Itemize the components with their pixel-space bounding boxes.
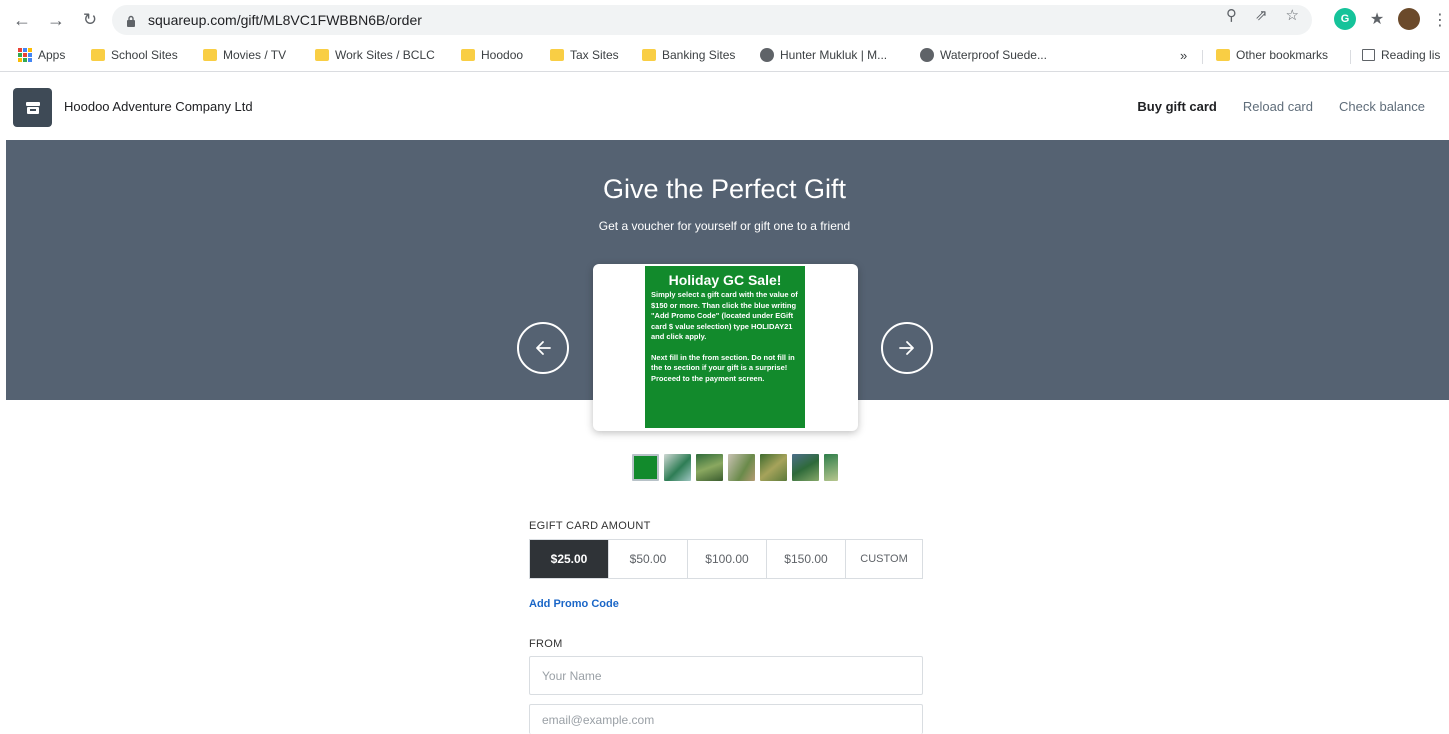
design-thumbnail[interactable] (696, 454, 723, 481)
nav-check-balance[interactable]: Check balance (1339, 99, 1425, 114)
amount-option-100[interactable]: $100.00 (688, 540, 767, 578)
from-name-input[interactable] (529, 656, 923, 695)
reload-icon[interactable]: ↻ (78, 8, 102, 32)
globe-icon (920, 48, 934, 62)
lock-icon (126, 14, 136, 27)
address-bar[interactable]: squareup.com/gift/ML8VC1FWBBN6B/order (112, 5, 1312, 35)
reading-list[interactable]: Reading lis (1362, 48, 1440, 62)
card-paragraph-2: Next fill in the from section. Do not fi… (651, 352, 795, 383)
folder-icon (203, 49, 217, 61)
share-icon[interactable]: ⇗ (1255, 6, 1268, 24)
card-heading: Holiday GC Sale! (668, 272, 782, 288)
from-email-input[interactable] (529, 704, 923, 734)
amount-selector: $25.00 $50.00 $100.00 $150.00 CUSTOM (529, 539, 923, 579)
amount-option-150[interactable]: $150.00 (767, 540, 846, 578)
design-thumbnail[interactable] (792, 454, 819, 481)
hero-subtitle: Get a voucher for yourself or gift one t… (598, 219, 851, 233)
store-name: Hoodoo Adventure Company Ltd (64, 99, 253, 114)
design-thumbnail[interactable] (632, 454, 659, 481)
forward-arrow-icon[interactable]: → (44, 8, 68, 32)
arrow-left-icon (536, 341, 551, 355)
bookmark-movies-tv[interactable]: Movies / TV (203, 48, 286, 62)
bookmarks-bar: Apps School Sites Movies / TV Work Sites… (0, 40, 1449, 72)
store-logo[interactable] (13, 88, 52, 127)
from-label: FROM (529, 638, 563, 650)
card-design-thumbnails (632, 454, 838, 481)
apps-grid-icon (18, 48, 32, 62)
zoom-icon[interactable]: ⚲ (1226, 6, 1237, 24)
bookmark-separator (1350, 50, 1351, 64)
bookmark-waterproof-suede[interactable]: Waterproof Suede... (920, 48, 1047, 62)
nav-reload-card[interactable]: Reload card (1243, 99, 1313, 114)
gift-card-design: Holiday GC Sale! Simply select a gift ca… (645, 266, 805, 428)
carousel-next-button[interactable] (881, 322, 933, 374)
amount-option-25[interactable]: $25.00 (530, 540, 609, 578)
bookmark-other[interactable]: Other bookmarks (1216, 48, 1328, 62)
profile-avatar[interactable] (1398, 8, 1420, 30)
folder-icon (550, 49, 564, 61)
reading-list-icon (1362, 49, 1375, 61)
site-nav: Buy gift card Reload card Check balance (1137, 99, 1425, 114)
folder-icon (1216, 49, 1230, 61)
globe-icon (760, 48, 774, 62)
gift-card-preview: Holiday GC Sale! Simply select a gift ca… (593, 264, 858, 431)
design-thumbnail[interactable] (728, 454, 755, 481)
hero-title: Give the Perfect Gift (602, 174, 847, 204)
url-text: squareup.com/gift/ML8VC1FWBBN6B/order (148, 12, 422, 28)
nav-buy-gift-card[interactable]: Buy gift card (1137, 99, 1216, 114)
folder-icon (461, 49, 475, 61)
design-thumbnail[interactable] (824, 454, 838, 481)
bookmark-work-sites[interactable]: Work Sites / BCLC (315, 48, 435, 62)
folder-icon (642, 49, 656, 61)
carousel-prev-button[interactable] (517, 322, 569, 374)
folder-icon (315, 49, 329, 61)
bookmark-star-icon[interactable]: ☆ (1286, 6, 1299, 24)
bookmark-banking-sites[interactable]: Banking Sites (642, 48, 735, 62)
card-paragraph-1: Simply select a gift card with the value… (651, 290, 798, 341)
site-header: Hoodoo Adventure Company Ltd Buy gift ca… (0, 73, 1449, 140)
extensions-puzzle-icon[interactable]: ★ (1366, 8, 1388, 30)
back-arrow-icon[interactable]: ← (10, 8, 34, 32)
bookmark-hunter-mukluk[interactable]: Hunter Mukluk | M... (760, 48, 887, 62)
bookmark-apps[interactable]: Apps (18, 48, 65, 62)
grammarly-extension-icon[interactable]: G (1334, 8, 1356, 30)
add-promo-code-link[interactable]: Add Promo Code (529, 598, 619, 610)
arrow-right-icon (899, 341, 914, 355)
bookmark-school-sites[interactable]: School Sites (91, 48, 178, 62)
bookmark-tax-sites[interactable]: Tax Sites (550, 48, 619, 62)
design-thumbnail[interactable] (760, 454, 787, 481)
browser-toolbar: ← → ↻ squareup.com/gift/ML8VC1FWBBN6B/or… (0, 0, 1449, 40)
kebab-menu-icon[interactable]: ⋮ (1428, 8, 1449, 32)
design-thumbnail[interactable] (664, 454, 691, 481)
amount-label: EGIFT CARD AMOUNT (529, 520, 651, 532)
bookmarks-overflow-chevron[interactable]: » (1180, 48, 1187, 63)
storefront-icon (25, 101, 40, 114)
bookmark-hoodoo[interactable]: Hoodoo (461, 48, 523, 62)
bookmark-separator (1202, 50, 1203, 64)
folder-icon (91, 49, 105, 61)
amount-option-50[interactable]: $50.00 (609, 540, 688, 578)
amount-option-custom[interactable]: CUSTOM (846, 540, 922, 578)
